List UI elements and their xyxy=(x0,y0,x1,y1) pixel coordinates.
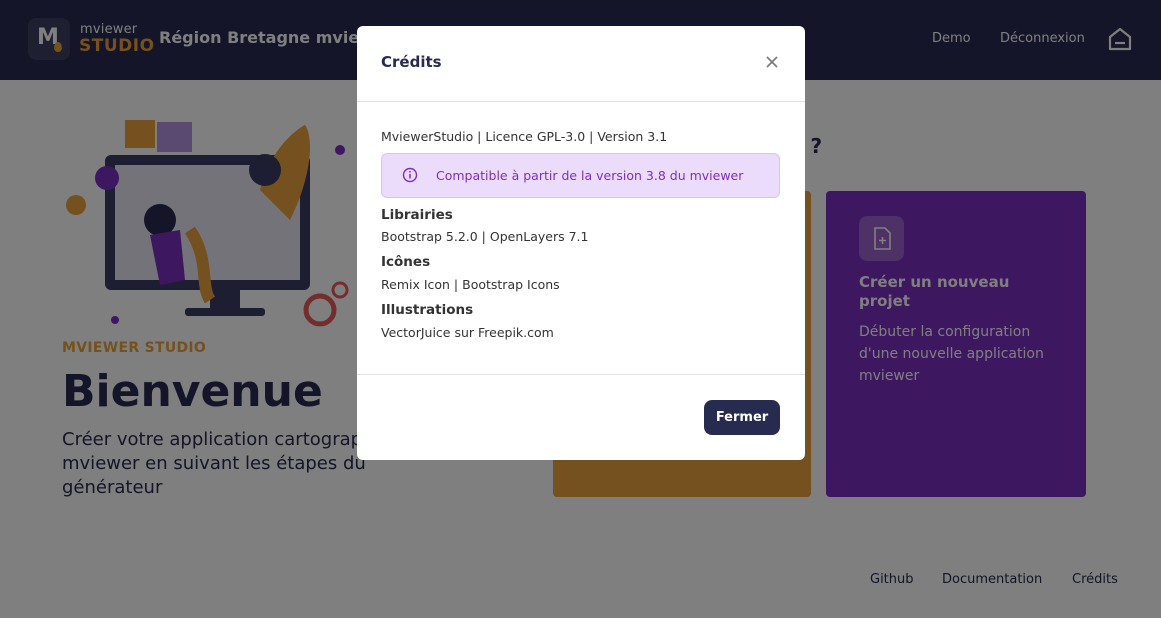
section-heading-libraries: Librairies xyxy=(381,207,453,223)
close-icon[interactable] xyxy=(764,54,780,70)
modal-title: Crédits xyxy=(381,53,442,71)
modal-footer-divider xyxy=(357,374,805,375)
info-icon xyxy=(402,167,418,183)
modal-header-divider xyxy=(357,101,805,102)
close-button[interactable]: Fermer xyxy=(704,400,780,435)
section-text-libraries: Bootstrap 5.2.0 | OpenLayers 7.1 xyxy=(381,229,589,244)
section-text-illustrations: VectorJuice sur Freepik.com xyxy=(381,325,554,340)
compatibility-alert: Compatible à partir de la version 3.8 du… xyxy=(381,153,780,198)
section-heading-illustrations: Illustrations xyxy=(381,302,474,318)
license-line: MviewerStudio | Licence GPL-3.0 | Versio… xyxy=(381,129,668,144)
section-text-icons: Remix Icon | Bootstrap Icons xyxy=(381,277,560,292)
credits-modal: Crédits MviewerStudio | Licence GPL-3.0 … xyxy=(357,26,805,460)
section-heading-icons: Icônes xyxy=(381,254,431,270)
alert-text: Compatible à partir de la version 3.8 du… xyxy=(436,168,744,183)
